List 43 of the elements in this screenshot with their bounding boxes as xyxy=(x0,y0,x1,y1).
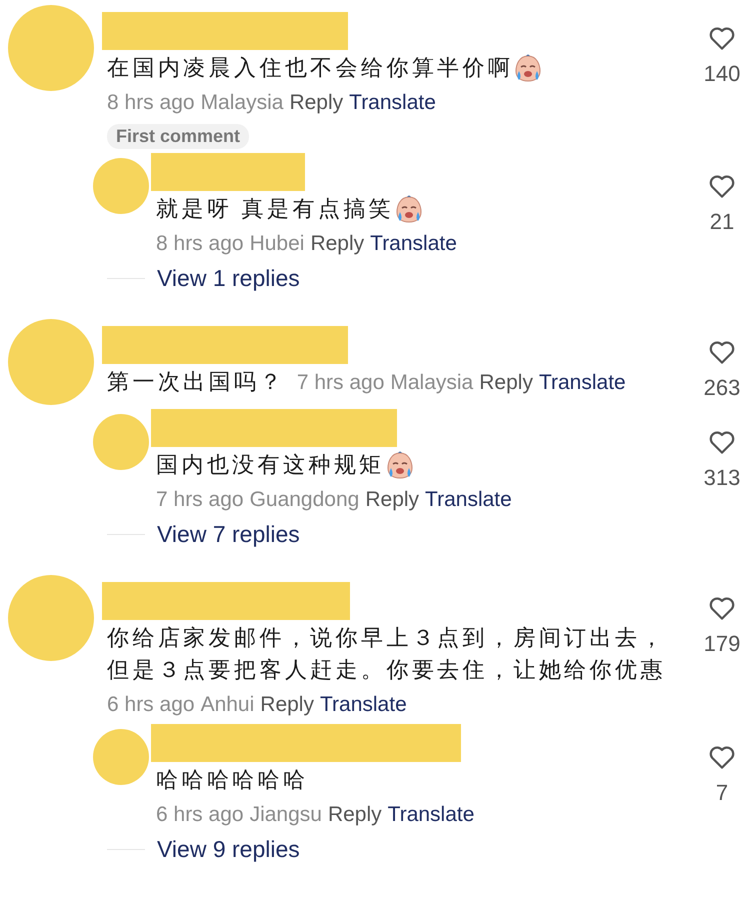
comment-text: 就是呀 真是有点搞笑 xyxy=(156,195,394,223)
time-text: 8 hrs ago xyxy=(107,90,195,116)
reply-link[interactable]: Reply xyxy=(365,485,420,515)
time-text: 8 hrs ago xyxy=(156,231,244,257)
translate-link[interactable]: Translate xyxy=(370,229,457,259)
reply-link[interactable]: Reply xyxy=(310,229,364,259)
reply-link[interactable]: Reply xyxy=(328,800,382,830)
reply-link[interactable]: Reply xyxy=(289,88,344,118)
like-count: 263 xyxy=(704,375,740,401)
like-count: 21 xyxy=(710,209,734,235)
location-text: Malaysia xyxy=(200,90,284,116)
time-text: 6 hrs ago xyxy=(107,692,195,718)
reply-link[interactable]: Reply xyxy=(260,690,314,720)
view-replies-link[interactable]: View 7 replies xyxy=(157,521,300,548)
crying-emoji-icon xyxy=(513,53,544,83)
translate-link[interactable]: Translate xyxy=(388,800,474,830)
comment-text: 国内也没有这种规矩 xyxy=(156,451,385,479)
time-text: 6 hrs ago xyxy=(156,802,244,828)
like-count: 140 xyxy=(704,61,740,87)
like-count: 313 xyxy=(704,465,740,491)
translate-link[interactable]: Translate xyxy=(349,88,436,118)
first-comment-badge: First comment xyxy=(107,124,250,149)
comment-text: 在国内凌晨入住也不会给你算半价啊 xyxy=(107,54,514,82)
location-text: Hubei xyxy=(250,231,304,257)
time-text: 7 hrs ago xyxy=(156,487,244,513)
location-text: Jiangsu xyxy=(250,802,322,828)
comment-text: 哈哈哈哈哈哈 xyxy=(156,766,308,794)
like-count: 179 xyxy=(704,631,740,657)
crying-emoji-icon xyxy=(384,450,415,480)
translate-link[interactable]: Translate xyxy=(320,690,407,720)
like-count: 7 xyxy=(716,780,728,806)
crying-emoji-icon xyxy=(394,194,424,224)
comment-text: 你给店家发邮件，说你早上３点到，房间订出去，但是３点要把客人赶走。你要去住，让她给你优惠 xyxy=(107,624,667,684)
time-text: 7 hrs ago xyxy=(296,370,384,396)
view-replies-link[interactable]: View 1 replies xyxy=(157,265,300,292)
view-replies-link[interactable]: View 9 replies xyxy=(157,836,300,863)
translate-link[interactable]: Translate xyxy=(538,368,626,398)
translate-link[interactable]: Translate xyxy=(425,485,512,515)
location-text: Malaysia xyxy=(390,370,474,396)
location-text: Anhui xyxy=(200,692,254,718)
location-text: Guangdong xyxy=(250,487,360,513)
comment-text: 第一次出国吗？ xyxy=(107,368,285,396)
reply-link[interactable]: Reply xyxy=(479,368,533,398)
